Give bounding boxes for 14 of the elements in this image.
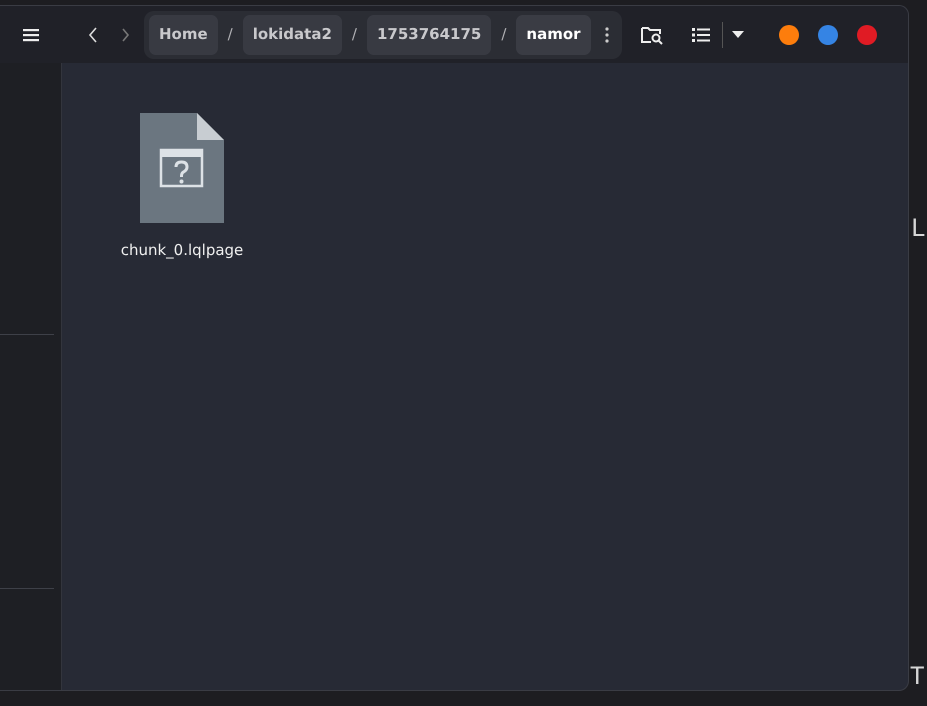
maximize-button[interactable] (818, 24, 838, 44)
terminal-text: T (910, 661, 924, 691)
path-button[interactable]: 1753764175 (366, 14, 492, 54)
unknown-file-icon[interactable] (140, 113, 224, 223)
path-separator: / (226, 24, 234, 46)
file-name: chunk_0.lqlpage (120, 240, 244, 261)
path-separator: / (350, 24, 358, 46)
terminal-text: L (911, 213, 926, 243)
path-button[interactable]: Home (149, 14, 218, 54)
minimize-button[interactable] (778, 24, 799, 44)
path-button[interactable]: namor (516, 14, 591, 54)
close-button[interactable] (856, 24, 877, 44)
path-separator: / (500, 24, 508, 46)
path-button[interactable]: lokidata2 (242, 14, 342, 54)
